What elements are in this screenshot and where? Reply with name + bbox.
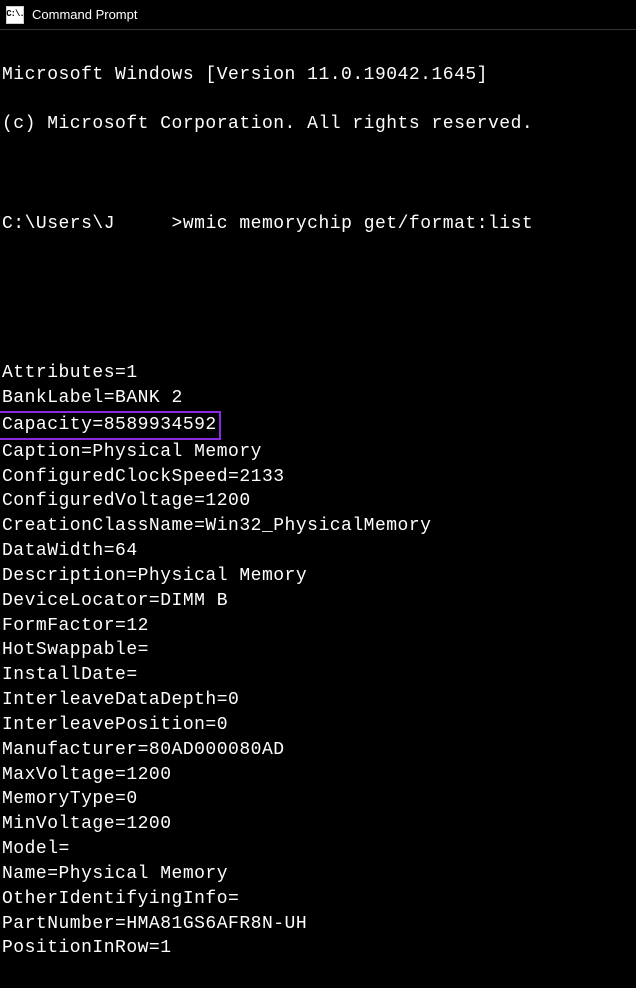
banner-line: (c) Microsoft Corporation. All rights re…: [2, 112, 634, 137]
output-line: DeviceLocator=DIMM B: [2, 589, 634, 614]
output-line: MinVoltage=1200: [2, 812, 634, 837]
blank-line: [2, 262, 634, 287]
prompt-spacer: [115, 214, 172, 234]
output-line: InterleaveDataDepth=0: [2, 688, 634, 713]
banner-line: Microsoft Windows [Version 11.0.19042.16…: [2, 63, 634, 88]
output-line: MaxVoltage=1200: [2, 763, 634, 788]
cmd-icon: C:\.: [6, 6, 24, 24]
blank-line: [2, 162, 634, 187]
output-line: Attributes=1: [2, 361, 634, 386]
output-line: ConfiguredClockSpeed=2133: [2, 465, 634, 490]
output-line: PartNumber=HMA81GS6AFR8N-UH: [2, 912, 634, 937]
window-titlebar[interactable]: C:\. Command Prompt: [0, 0, 636, 30]
output-line: HotSwappable=: [2, 638, 634, 663]
prompt-command: wmic memorychip get/format:list: [183, 214, 533, 234]
output-line: ConfiguredVoltage=1200: [2, 489, 634, 514]
blank-line: [2, 311, 634, 336]
output-line: InstallDate=: [2, 663, 634, 688]
terminal-content[interactable]: Microsoft Windows [Version 11.0.19042.16…: [0, 30, 636, 988]
prompt-path: C:\Users\J: [2, 214, 115, 234]
output-line: Capacity=8589934592: [2, 411, 634, 440]
output-line: FormFactor=12: [2, 614, 634, 639]
output-line: MemoryType=0: [2, 787, 634, 812]
window-title: Command Prompt: [32, 7, 137, 22]
output-line: Model=: [2, 837, 634, 862]
prompt-line: C:\Users\J >wmic memorychip get/format:l…: [2, 212, 634, 237]
prompt-marker: >: [172, 214, 183, 234]
output-line: Name=Physical Memory: [2, 862, 634, 887]
output-line: Manufacturer=80AD000080AD: [2, 738, 634, 763]
output-line: CreationClassName=Win32_PhysicalMemory: [2, 514, 634, 539]
highlighted-output: Capacity=8589934592: [0, 411, 221, 440]
output-line: DataWidth=64: [2, 539, 634, 564]
output-line: OtherIdentifyingInfo=: [2, 887, 634, 912]
output-line: BankLabel=BANK 2: [2, 386, 634, 411]
output-container: Attributes=1BankLabel=BANK 2Capacity=858…: [2, 361, 634, 961]
output-line: PositionInRow=1: [2, 936, 634, 961]
output-line: Caption=Physical Memory: [2, 440, 634, 465]
output-line: Description=Physical Memory: [2, 564, 634, 589]
output-line: InterleavePosition=0: [2, 713, 634, 738]
